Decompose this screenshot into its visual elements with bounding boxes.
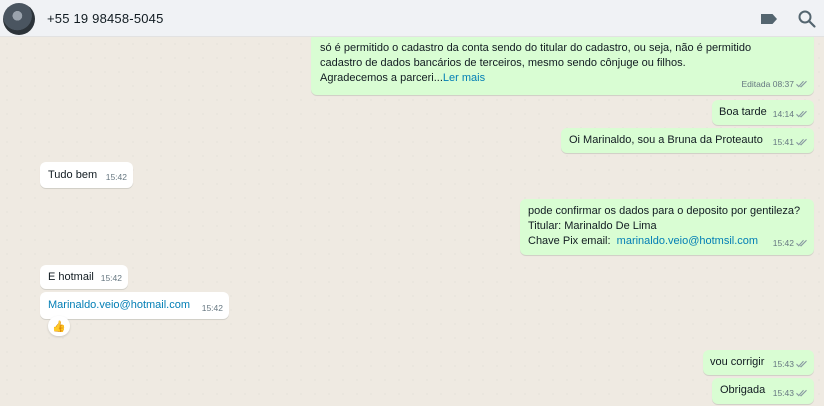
label-icon[interactable]	[759, 9, 779, 29]
message-meta: 15:42	[106, 170, 127, 185]
message-meta: 15:41	[773, 135, 808, 150]
message-text-line: cadastro de dados bancários de terceiros…	[320, 57, 686, 69]
message-text-line: Titular: Marinaldo De Lima	[528, 220, 657, 232]
read-ticks-icon	[796, 138, 807, 146]
read-ticks-icon	[796, 389, 807, 397]
message-text: vou corrigir	[710, 356, 765, 368]
message-meta: 15:43	[773, 357, 808, 372]
message-meta: 14:14	[773, 107, 808, 122]
message-outgoing[interactable]: Boa tarde 14:14	[712, 100, 814, 125]
message-text-line: Agradecemos a parceri...Ler mais	[320, 72, 486, 84]
message-meta: 15:42	[773, 236, 808, 251]
contact-name[interactable]: +55 19 98458-5045	[47, 11, 164, 26]
message-text-line: pode confirmar os dados para o deposito …	[528, 205, 801, 217]
message-time: 15:42	[772, 238, 794, 248]
contact-avatar[interactable]	[3, 3, 35, 35]
message-time: 15:41	[772, 137, 794, 147]
message-meta: 15:42	[101, 271, 122, 286]
read-ticks-icon	[796, 110, 807, 118]
message-time: 15:42	[105, 172, 127, 182]
email-link[interactable]: marinaldo.veio@hotmsil.com	[617, 235, 758, 247]
message-list[interactable]: só é permitido o cadastro da conta sendo…	[0, 37, 824, 406]
message-incoming[interactable]: Tudo bem 15:42	[40, 162, 133, 188]
message-time: 15:42	[100, 273, 122, 283]
message-text: Obrigada	[720, 384, 766, 396]
read-ticks-icon	[796, 360, 807, 368]
edited-label: Editada	[741, 79, 771, 89]
message-text: Oi Marinaldo, sou a Bruna da Proteauto	[569, 134, 763, 146]
message-text: E hotmail	[48, 271, 94, 283]
chat-header: +55 19 98458-5045	[0, 0, 824, 37]
read-ticks-icon	[796, 80, 807, 88]
message-outgoing[interactable]: só é permitido o cadastro da conta sendo…	[311, 37, 814, 95]
message-text: Boa tarde	[719, 106, 767, 118]
thumbs-up-reaction-icon[interactable]: 👍	[48, 316, 70, 336]
read-more-link[interactable]: Ler mais	[443, 72, 485, 84]
message-outgoing[interactable]: vou corrigir 15:43	[703, 350, 814, 375]
search-icon[interactable]	[797, 9, 817, 29]
pix-email-label: Chave Pix email:	[528, 235, 611, 247]
message-time: 14:14	[772, 109, 794, 119]
message-meta: 15:42	[202, 301, 223, 316]
message-incoming[interactable]: E hotmail 15:42	[40, 265, 128, 289]
message-meta: Editada 08:37	[742, 77, 809, 92]
message-outgoing[interactable]: Obrigada 15:43	[712, 378, 814, 404]
message-outgoing[interactable]: pode confirmar os dados para o deposito …	[520, 199, 814, 255]
email-link[interactable]: Marinaldo.veio@hotmail.com	[48, 299, 190, 311]
message-time: 08:37	[772, 79, 794, 89]
message-text-line: só é permitido o cadastro da conta sendo…	[320, 42, 752, 54]
message-meta: 15:43	[773, 386, 808, 401]
message-outgoing[interactable]: Oi Marinaldo, sou a Bruna da Proteauto 1…	[561, 128, 814, 153]
message-time: 15:43	[772, 359, 794, 369]
message-incoming[interactable]: Marinaldo.veio@hotmail.com 15:42	[40, 292, 229, 319]
read-ticks-icon	[796, 239, 807, 247]
message-text: Tudo bem	[48, 169, 98, 181]
message-time: 15:42	[201, 303, 223, 313]
message-text-line: Chave Pix email: marinaldo.veio@hotmsil.…	[528, 234, 808, 249]
message-time: 15:43	[772, 388, 794, 398]
